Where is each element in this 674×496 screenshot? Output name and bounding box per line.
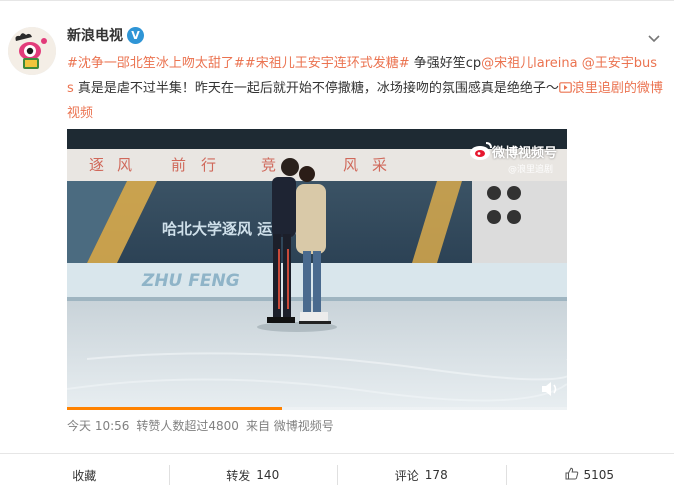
avatar[interactable] (8, 27, 56, 75)
thumbs-up-icon (565, 467, 579, 483)
topic-link[interactable]: #宋祖儿王安宇连环式发糖# (245, 56, 410, 71)
favorite-label: 收藏 (72, 468, 97, 483)
video-watermark: 微博视频号 (491, 146, 557, 161)
post-text: #沈争一郘北笙冰上吻太甜了##宋祖儿王安宇连环式发糖# 争强好笙cp@宋祖儿la… (67, 51, 663, 126)
comment-label: 评论 (394, 468, 419, 483)
post-source[interactable]: 来自 微博视频号 (246, 419, 334, 433)
post-meta: 今天 10:56 转赞人数超过4800 来自 微博视频号 (67, 418, 341, 434)
chevron-down-icon[interactable] (647, 30, 661, 43)
volume-icon[interactable] (539, 379, 561, 399)
repost-button[interactable]: 转发 140 (168, 454, 338, 496)
verified-icon: V (127, 27, 144, 44)
video-link-icon (559, 81, 572, 96)
banner-char: 风 (117, 156, 132, 174)
favorite-button[interactable]: 收藏 (0, 454, 169, 496)
banner-char: 采 (372, 156, 387, 174)
action-bar: 收藏 转发 140 评论 178 5105 (0, 454, 674, 496)
avatar-icon (8, 27, 56, 75)
banner-char: 竞 (261, 156, 276, 174)
banner-char: 前 (171, 156, 186, 174)
repost-note: 转赞人数超过4800 (136, 419, 239, 433)
post-text-segment: 真是是虐不过半集！昨天在一起后就开始不停撒糖，冰场接吻的氛围感真是绝绝子～ (73, 81, 559, 96)
topic-link[interactable]: #沈争一郘北笙冰上吻太甜了# (67, 56, 245, 71)
comment-count: 178 (424, 468, 448, 482)
rink-text: ZHU FENG (141, 271, 240, 291)
video-progress-fill (67, 407, 282, 410)
repost-label: 转发 (226, 468, 251, 483)
video-watermark-sub: @浪里追剧 (507, 165, 553, 175)
post-time[interactable]: 今天 10:56 (67, 419, 129, 433)
video-frame: 逐 风 前 行 竞 风 采 哈北大学逐风 运动队 ZHU FENG (67, 129, 567, 410)
banner-char: 行 (201, 156, 216, 174)
account-name[interactable]: 新浪电视 (67, 27, 123, 45)
mention-link[interactable]: @宋祖儿lareina (481, 56, 577, 71)
top-divider (0, 0, 674, 1)
video-player[interactable]: 逐 风 前 行 竞 风 采 哈北大学逐风 运动队 ZHU FENG 微博视频号 … (67, 129, 567, 410)
banner-char: 风 (343, 156, 358, 174)
comment-button[interactable]: 评论 178 (337, 454, 506, 496)
repost-count: 140 (256, 468, 280, 482)
banner-char: 逐 (89, 156, 104, 174)
like-button[interactable]: 5105 (505, 454, 674, 496)
post-text-segment: 争强好笙cp (409, 56, 482, 71)
like-count: 5105 (583, 468, 615, 482)
video-progress-bar[interactable] (67, 407, 567, 410)
